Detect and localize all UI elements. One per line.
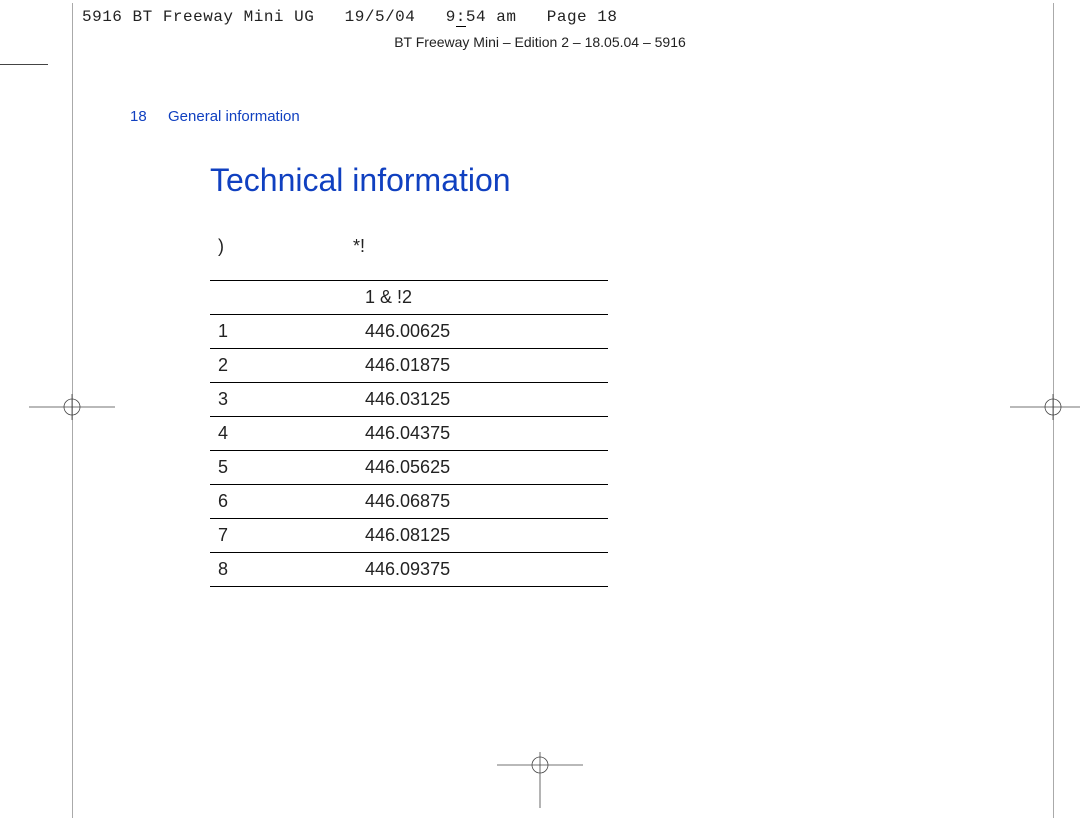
stamp-time: 9:54 am — [446, 8, 517, 27]
table-row: 1446.00625 — [210, 315, 608, 349]
registration-mark-left-icon — [29, 394, 115, 420]
edition-line: BT Freeway Mini – Edition 2 – 18.05.04 –… — [0, 34, 1080, 50]
cell-frequency: 446.01875 — [357, 349, 608, 383]
cell-channel: 1 — [210, 315, 357, 349]
subheader-row: ) *! — [218, 236, 224, 257]
cell-channel: 7 — [210, 519, 357, 553]
table-row: 7446.08125 — [210, 519, 608, 553]
registration-mark-bottom-icon — [497, 752, 583, 808]
page-number: 18 — [130, 108, 147, 125]
cell-channel: 6 — [210, 485, 357, 519]
stamp-page: Page 18 — [547, 8, 618, 26]
stamp-date: 19/5/04 — [345, 8, 416, 26]
subheader-left: ) — [218, 236, 224, 256]
cell-frequency: 446.00625 — [357, 315, 608, 349]
registration-mark-right-icon — [1010, 394, 1080, 420]
page-title: Technical information — [210, 162, 511, 199]
cell-channel: 5 — [210, 451, 357, 485]
subheader-right: *! — [353, 236, 365, 257]
section-name: General information — [168, 108, 300, 125]
cell-channel: 4 — [210, 417, 357, 451]
cell-channel: 2 — [210, 349, 357, 383]
imposition-stamp: 5916 BT Freeway Mini UG 19/5/04 9:54 am … — [82, 8, 617, 26]
crop-mark — [0, 64, 48, 65]
stamp-doc: 5916 BT Freeway Mini UG — [82, 8, 314, 26]
cell-channel: 8 — [210, 553, 357, 587]
cell-frequency: 446.08125 — [357, 519, 608, 553]
table-header-channel — [210, 281, 357, 315]
table-row: 4446.04375 — [210, 417, 608, 451]
table-header-frequency: 1 & !2 — [357, 281, 608, 315]
table-row: 2446.01875 — [210, 349, 608, 383]
cell-frequency: 446.04375 — [357, 417, 608, 451]
table-row: 3446.03125 — [210, 383, 608, 417]
cell-frequency: 446.06875 — [357, 485, 608, 519]
cell-frequency: 446.03125 — [357, 383, 608, 417]
cell-frequency: 446.05625 — [357, 451, 608, 485]
table-header-row: 1 & !2 — [210, 281, 608, 315]
cell-frequency: 446.09375 — [357, 553, 608, 587]
cell-channel: 3 — [210, 383, 357, 417]
table-row: 8446.09375 — [210, 553, 608, 587]
table-row: 6446.06875 — [210, 485, 608, 519]
frequency-table: 1 & !2 1446.006252446.018753446.03125444… — [210, 280, 608, 587]
table-row: 5446.05625 — [210, 451, 608, 485]
